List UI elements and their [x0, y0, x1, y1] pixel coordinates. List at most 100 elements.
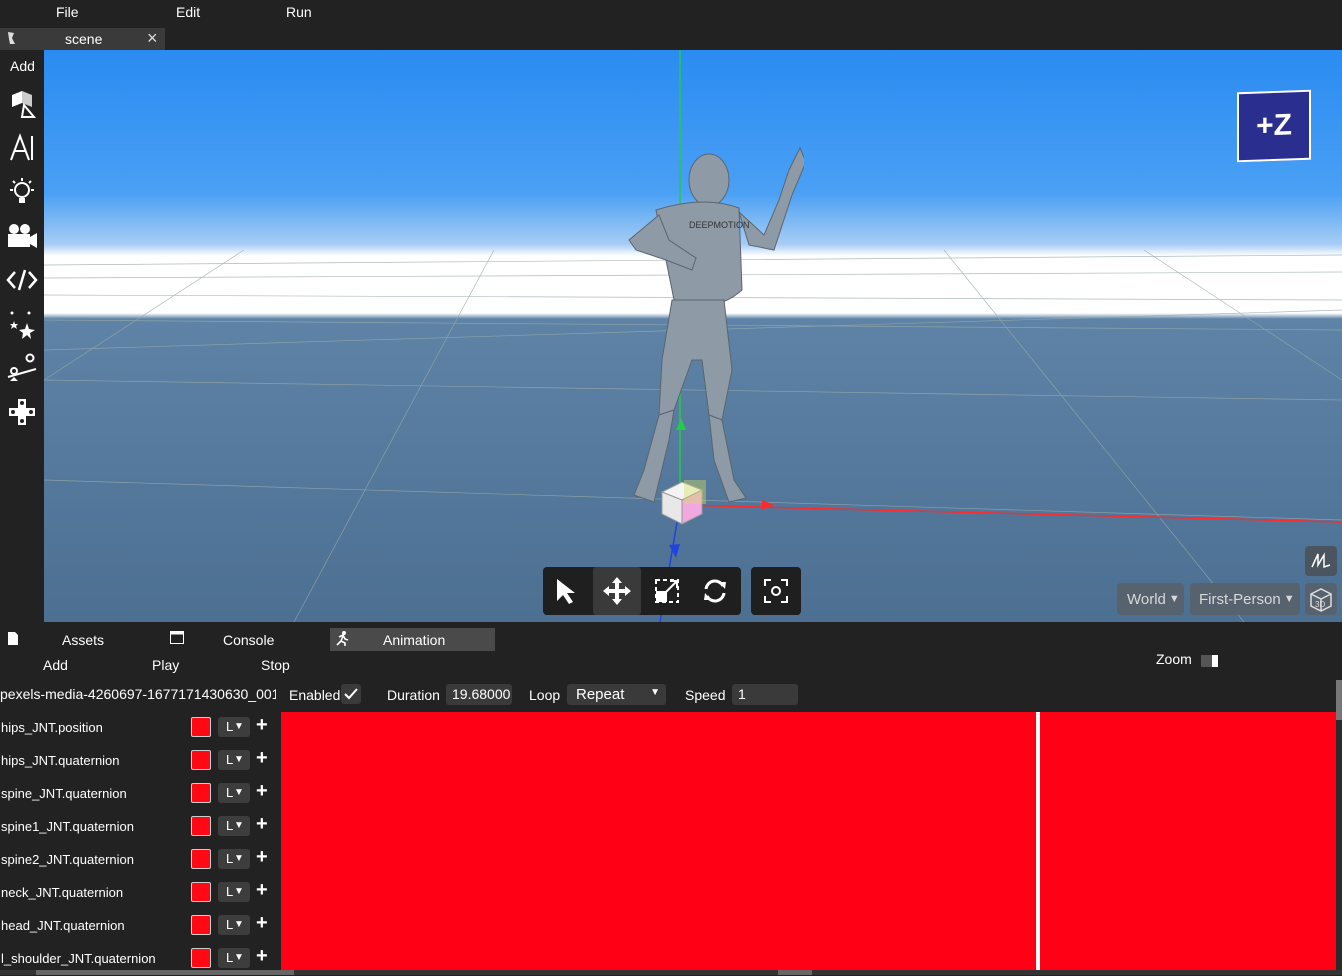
focus-tool-icon[interactable] — [751, 567, 801, 615]
track-interp-select[interactable]: L ▼ — [218, 915, 250, 935]
gizmo-axis-label: +Z — [1256, 108, 1292, 143]
track-color-swatch[interactable] — [191, 948, 211, 968]
add-light-icon[interactable] — [6, 176, 38, 208]
chevron-down-icon: ▼ — [1168, 593, 1180, 605]
enabled-label: Enabled — [289, 687, 341, 703]
object-cube-icon[interactable] — [658, 478, 710, 528]
chevron-down-icon: ▼ — [234, 721, 244, 732]
track-name: spine1_JNT.quaternion — [1, 819, 134, 834]
track-color-swatch[interactable] — [191, 882, 211, 902]
track-interp-select[interactable]: L ▼ — [218, 948, 250, 968]
cube-3d-icon: 3D — [1310, 588, 1332, 612]
zoom-slider[interactable] — [1201, 655, 1218, 667]
add-script-icon[interactable] — [6, 264, 38, 296]
add-particles-icon[interactable] — [6, 308, 38, 340]
track-interp-value: L — [226, 818, 234, 833]
add-keyframe-button[interactable]: + — [256, 846, 268, 869]
camera-select-value: First-Person — [1199, 590, 1281, 608]
track-interp-select[interactable]: L ▼ — [218, 783, 250, 803]
tab-animation[interactable]: Animation — [330, 628, 495, 651]
add-camera-icon[interactable] — [6, 220, 38, 252]
bottom-panel-tabs: Assets Console Animation — [0, 628, 1342, 652]
tab-scene[interactable]: scene × — [0, 28, 165, 50]
vertical-scrollbar[interactable] — [1336, 680, 1342, 970]
anim-add-button[interactable]: Add — [43, 657, 68, 673]
scrollbar-thumb[interactable] — [1336, 680, 1342, 720]
track-name: neck_JNT.quaternion — [1, 885, 124, 900]
add-keyframe-button[interactable]: + — [256, 714, 268, 737]
track-color-swatch[interactable] — [191, 783, 211, 803]
scale-tool-icon[interactable] — [647, 571, 687, 611]
track-interp-value: L — [226, 884, 234, 899]
check-icon — [344, 688, 358, 700]
move-tool-icon[interactable] — [593, 567, 641, 615]
tab-console[interactable]: Console — [223, 632, 274, 648]
add-keyframe-button[interactable]: + — [256, 912, 268, 935]
track-color-swatch[interactable] — [191, 849, 211, 869]
add-keyframe-button[interactable]: + — [256, 879, 268, 902]
camera-select[interactable]: First-Person ▼ — [1190, 583, 1300, 615]
track-row[interactable]: spine2_JNT.quaternion L ▼ + — [0, 844, 281, 877]
enabled-checkbox[interactable] — [341, 684, 361, 704]
tab-animation-label: Animation — [383, 632, 446, 648]
add-keyframe-button[interactable]: + — [256, 747, 268, 770]
add-controller-icon[interactable] — [6, 396, 38, 428]
track-row[interactable]: hips_JNT.position L ▼ + — [0, 712, 281, 745]
select-tool-icon[interactable] — [547, 571, 587, 611]
animation-timeline[interactable] — [281, 712, 1336, 970]
track-color-swatch[interactable] — [191, 915, 211, 935]
view-mode-button[interactable]: 3D — [1305, 583, 1337, 615]
console-icon — [170, 631, 184, 647]
draw-mode-icon[interactable] — [1305, 546, 1337, 576]
track-interp-select[interactable]: L ▼ — [218, 882, 250, 902]
track-row[interactable]: head_JNT.quaternion L ▼ + — [0, 910, 281, 943]
duration-input[interactable]: 19.68000 — [446, 684, 512, 705]
scene-viewport[interactable]: DEEPMOTION +Z World ▼ First-Person ▼ 3D — [44, 50, 1342, 622]
add-keyframe-button[interactable]: + — [256, 780, 268, 803]
rotate-tool-icon[interactable] — [695, 571, 735, 611]
speed-input[interactable]: 1 — [732, 684, 798, 705]
add-text-icon[interactable] — [6, 132, 38, 164]
track-interp-value: L — [226, 950, 234, 965]
menu-file[interactable]: File — [56, 4, 79, 20]
h-scrollbar-thumb[interactable] — [36, 970, 294, 975]
add-keyframe-button[interactable]: + — [256, 945, 268, 968]
track-row[interactable]: neck_JNT.quaternion L ▼ + — [0, 877, 281, 910]
track-color-swatch[interactable] — [191, 816, 211, 836]
orientation-gizmo[interactable]: +Z — [1237, 89, 1311, 163]
playhead-marker[interactable] — [1036, 712, 1040, 970]
track-row[interactable]: spine1_JNT.quaternion L ▼ + — [0, 811, 281, 844]
track-interp-select[interactable]: L ▼ — [218, 750, 250, 770]
add-physics-icon[interactable] — [6, 352, 38, 384]
h-scrollbar-thumb-2[interactable] — [778, 970, 812, 975]
zoom-slider-thumb[interactable] — [1212, 655, 1218, 667]
zoom-label: Zoom — [1156, 651, 1192, 667]
track-interp-value: L — [226, 785, 234, 800]
menu-edit[interactable]: Edit — [176, 4, 200, 20]
track-list: hips_JNT.position L ▼ + hips_JNT.quaternion L… — [0, 712, 281, 975]
track-interp-select[interactable]: L ▼ — [218, 717, 250, 737]
close-icon[interactable]: × — [147, 28, 158, 49]
add-geometry-icon[interactable] — [6, 88, 38, 120]
tab-assets[interactable]: Assets — [62, 632, 104, 648]
track-row[interactable]: hips_JNT.quaternion L ▼ + — [0, 745, 281, 778]
track-color-swatch[interactable] — [191, 717, 211, 737]
space-select[interactable]: World ▼ — [1117, 583, 1184, 615]
loop-select[interactable]: Repeat ▼ — [567, 684, 666, 705]
track-interp-value: L — [226, 851, 234, 866]
menu-run[interactable]: Run — [286, 4, 312, 20]
track-color-swatch[interactable] — [191, 750, 211, 770]
tab-strip — [0, 26, 1342, 50]
mannequin-logo: DEEPMOTION — [689, 220, 750, 230]
track-name: head_JNT.quaternion — [1, 918, 125, 933]
anim-play-button[interactable]: Play — [152, 657, 179, 673]
track-interp-select[interactable]: L ▼ — [218, 816, 250, 836]
track-row[interactable]: spine_JNT.quaternion L ▼ + — [0, 778, 281, 811]
chevron-down-icon: ▼ — [234, 853, 244, 864]
chevron-down-icon: ▼ — [234, 787, 244, 798]
add-keyframe-button[interactable]: + — [256, 813, 268, 836]
anim-stop-button[interactable]: Stop — [261, 657, 290, 673]
track-interp-select[interactable]: L ▼ — [218, 849, 250, 869]
horizontal-scrollbar[interactable] — [0, 970, 1342, 975]
mannequin-model[interactable]: DEEPMOTION — [574, 140, 804, 510]
